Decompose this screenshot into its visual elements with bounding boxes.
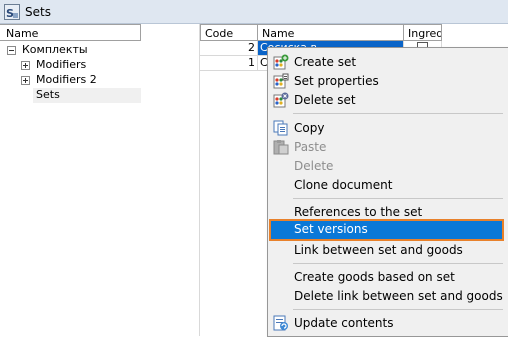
svg-text:S: S (6, 7, 14, 20)
collapse-icon[interactable] (7, 46, 16, 55)
title-bar: S Sets (0, 0, 508, 24)
expand-icon[interactable] (21, 76, 30, 85)
menu-item-label: Update contents (294, 316, 394, 330)
menu-item-label: Create set (294, 55, 357, 69)
tree-column-header[interactable]: Name (0, 24, 141, 41)
menu-separator (293, 198, 503, 199)
menu-item-delete-link[interactable]: Delete link between set and goods (270, 286, 506, 305)
cell-code[interactable]: 1 (200, 56, 258, 71)
menu-item-label: Copy (294, 121, 325, 135)
menu-item-label: Set versions (294, 222, 368, 236)
menu-item-label: Paste (294, 140, 327, 154)
menu-item-label: Delete link between set and goods (294, 289, 503, 303)
menu-item-create-set[interactable]: Create set (270, 52, 506, 71)
menu-item-label: Create goods based on set (294, 270, 455, 284)
menu-item-delete-set[interactable]: Delete set (270, 90, 506, 109)
menu-item-create-goods[interactable]: Create goods based on set (270, 267, 506, 286)
tree-item-label: Modifiers (36, 58, 87, 71)
tree-item-komplekty[interactable]: Комплекты (0, 43, 141, 58)
menu-item-label: Delete (294, 159, 334, 173)
menu-item-clone-document[interactable]: Clone document (270, 175, 506, 194)
menu-item-label: Delete set (294, 93, 356, 107)
menu-item-label: Link between set and goods (294, 243, 463, 257)
tree-item-sets[interactable]: Sets (33, 88, 141, 103)
menu-item-update-contents[interactable]: Update contents (270, 313, 506, 332)
column-header-label: Name (262, 27, 295, 40)
menu-item-copy[interactable]: Copy (270, 118, 506, 137)
column-header-ingredient[interactable]: Ingredi (404, 24, 442, 41)
column-header-name[interactable]: Name (258, 24, 404, 41)
menu-item-delete[interactable]: Delete (270, 156, 506, 175)
menu-item-set-versions[interactable]: Set versions (269, 219, 504, 241)
menu-item-label: References to the set (294, 205, 423, 219)
context-menu: Create set Set properties Delete set Cop… (267, 47, 508, 337)
column-header-code[interactable]: Code (200, 24, 258, 41)
column-header-label: Ingredi (408, 27, 441, 40)
menu-separator (293, 113, 503, 114)
tree-panel: Name Комплекты Modifiers Modifiers 2 Set… (0, 24, 142, 336)
copy-icon (273, 120, 288, 136)
column-header-label: Code (205, 27, 234, 40)
sets-app-icon: S (4, 4, 20, 20)
menu-item-link-set-goods[interactable]: Link between set and goods (270, 240, 506, 259)
menu-separator (293, 309, 503, 310)
menu-item-set-properties[interactable]: Set properties (270, 71, 506, 90)
tree-item-label: Modifiers 2 (36, 73, 97, 86)
cell-code[interactable]: 2 (200, 41, 258, 56)
create-set-icon (273, 54, 289, 70)
tree-item-label: Комплекты (22, 43, 88, 56)
tree-header-label: Name (6, 27, 39, 40)
paste-icon (273, 140, 289, 155)
menu-separator (293, 263, 503, 264)
menu-item-paste[interactable]: Paste (270, 137, 506, 156)
set-properties-icon (273, 73, 289, 89)
window-title: Sets (25, 5, 51, 19)
update-contents-icon (273, 315, 288, 331)
tree-item-label: Sets (36, 88, 60, 101)
tree-item-modifiers[interactable]: Modifiers (0, 58, 141, 73)
expand-icon[interactable] (21, 61, 30, 70)
menu-item-label: Clone document (294, 178, 393, 192)
tree-item-modifiers-2[interactable]: Modifiers 2 (0, 73, 141, 88)
delete-set-icon (273, 92, 289, 108)
menu-item-label: Set properties (294, 74, 379, 88)
